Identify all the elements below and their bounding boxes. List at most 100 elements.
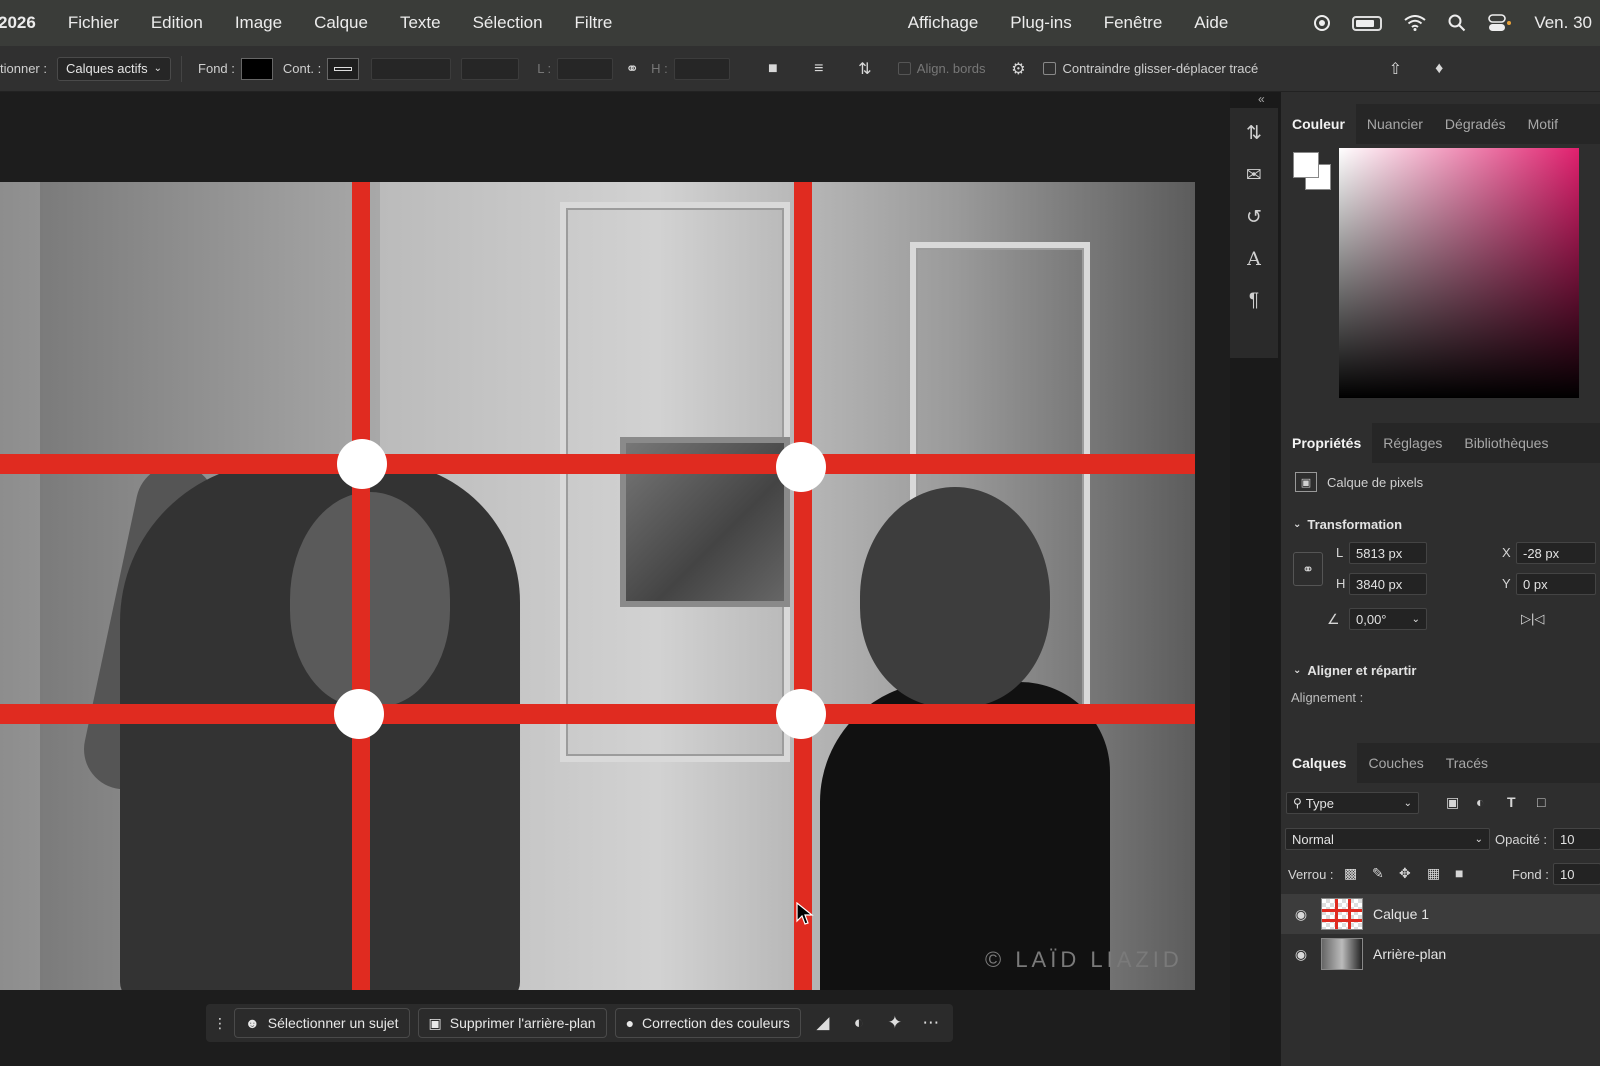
menu-fenetre[interactable]: Fenêtre [1088,13,1179,33]
select-layers-dropdown[interactable]: Calques actifs ⌄ [56,56,172,81]
x-field[interactable]: -28 px [1516,542,1596,564]
menu-bar: 2026 Fichier Edition Image Calque Texte … [0,0,1600,46]
stroke-swatch[interactable] [327,57,360,80]
record-icon[interactable] [1314,15,1331,31]
color-correction-button[interactable]: ● Correction des couleurs [614,1008,801,1038]
height-field[interactable]: 3840 px [1349,573,1427,595]
menu-texte[interactable]: Texte [384,13,457,33]
flip-horizontal-icon[interactable]: ▷|◁ [1521,611,1544,627]
menu-plugins[interactable]: Plug-ins [994,13,1087,33]
tab-degrades[interactable]: Dégradés [1434,104,1517,144]
lock-artboard-icon[interactable]: ▦ [1427,865,1440,882]
tab-nuancier[interactable]: Nuancier [1356,104,1434,144]
lock-label: Verrou : [1288,867,1334,882]
menu-calque[interactable]: Calque [298,13,384,33]
grid-line-vertical-left [352,182,370,990]
menu-aide[interactable]: Aide [1178,13,1244,33]
lock-position-icon[interactable]: ✥ [1399,865,1411,882]
filter-pixel-icon[interactable]: ▣ [1446,794,1459,811]
path-arrangement-icon[interactable]: ⇅ [852,56,878,82]
grid-intersection-bottom-right [776,689,826,739]
share-icon[interactable]: ⇧ [1382,56,1408,82]
stroke-width-field[interactable] [371,57,452,80]
more-options-icon[interactable]: ⋯ [917,1009,945,1037]
menu-image[interactable]: Image [219,13,298,33]
link-dimensions-icon[interactable]: ⚭ [1293,552,1323,586]
menu-edition[interactable]: Edition [135,13,219,33]
paragraph-icon[interactable]: ¶ [1239,286,1269,316]
drag-handle-icon[interactable]: ⋮ [213,1009,227,1037]
collapse-panels-icon[interactable]: « [1258,92,1265,106]
menu-affichage[interactable]: Affichage [892,13,995,33]
tab-proprietes[interactable]: Propriétés [1281,423,1373,463]
wifi-icon[interactable] [1404,15,1426,31]
path-operations-icon[interactable]: ■ [760,56,786,82]
search-icon: ⚲ [1293,796,1302,810]
height-label: H : [651,61,668,76]
eye-icon[interactable]: ◉ [1281,906,1321,923]
filter-adjustment-icon[interactable]: ◐ [1476,794,1484,810]
tab-couches[interactable]: Couches [1357,743,1434,783]
layer-filter-dropdown[interactable]: ⚲ Type ⌄ [1286,792,1419,814]
width-field[interactable]: 5813 px [1349,542,1427,564]
adjustment-icon[interactable]: ◐ [845,1009,873,1037]
angle-field[interactable]: 0,00° ⌄ [1349,608,1427,630]
arrange-icon[interactable]: ⇅ [1239,118,1269,148]
menu-fichier[interactable]: Fichier [52,13,135,33]
path-alignment-icon[interactable]: ≡ [806,56,832,82]
spotlight-search-icon[interactable] [1448,14,1466,32]
tab-calques[interactable]: Calques [1281,743,1358,783]
grid-line-horizontal-top [0,454,1195,474]
lock-paint-icon[interactable]: ✎ [1372,865,1384,882]
select-subject-button[interactable]: ☻ Sélectionner un sujet [234,1008,410,1038]
panel-icon-strip: ⇅ ✉ ↺ A ¶ [1230,108,1278,358]
foreground-background-swatches[interactable] [1293,152,1333,192]
filter-type-icon[interactable]: T [1507,794,1516,810]
opacity-field[interactable]: 10 [1553,828,1600,850]
transformation-section[interactable]: ⌄ Transformation [1293,517,1402,532]
control-center-icon[interactable] [1488,14,1512,32]
width-label: L : [537,61,552,76]
foreground-color-swatch[interactable] [1293,152,1319,178]
bell-icon[interactable]: ♦ [1426,56,1452,82]
tab-traces[interactable]: Tracés [1435,743,1499,783]
fill-field[interactable]: 10 [1553,863,1600,885]
lock-transparency-icon[interactable]: ▩ [1344,865,1357,882]
comment-icon[interactable]: ✉ [1239,160,1269,190]
width-field[interactable] [557,57,614,80]
generate-image-icon[interactable]: ✦ [881,1009,909,1037]
height-field[interactable] [673,57,730,80]
filter-shape-icon[interactable]: □ [1537,794,1545,810]
menu-filtre[interactable]: Filtre [559,13,629,33]
document-canvas[interactable]: © LAÏD LIAZID [0,182,1195,990]
y-field[interactable]: 0 px [1516,573,1596,595]
history-icon[interactable]: ↺ [1239,202,1269,232]
tab-motif[interactable]: Motif [1517,104,1569,144]
color-picker-field[interactable] [1339,148,1579,398]
align-edges-checkbox[interactable] [897,62,911,75]
tab-bibliotheques[interactable]: Bibliothèques [1453,423,1559,463]
layer-row-arriere-plan[interactable]: ◉ Arrière-plan [1281,934,1600,974]
link-icon[interactable]: ⚭ [619,56,645,82]
tab-reglages[interactable]: Réglages [1372,423,1453,463]
lock-all-icon[interactable]: ■ [1455,865,1463,881]
align-distribute-section[interactable]: ⌄ Aligner et répartir [1293,663,1416,678]
tab-couleur[interactable]: Couleur [1281,104,1356,144]
layer-name: Arrière-plan [1373,946,1447,962]
color-correction-icon: ● [625,1015,635,1031]
fill-swatch[interactable] [240,57,273,80]
layer-row-calque-1[interactable]: ◉ Calque 1 [1281,894,1600,934]
character-icon[interactable]: A [1239,244,1269,274]
chevron-down-icon: ⌄ [1411,613,1420,625]
gear-icon[interactable]: ⚙ [1005,56,1031,82]
constrain-checkbox[interactable] [1043,62,1057,75]
eye-icon[interactable]: ◉ [1281,946,1321,963]
transform-icon[interactable]: ◢ [809,1009,837,1037]
stroke-type-dropdown[interactable] [461,57,520,80]
menu-selection[interactable]: Sélection [457,13,559,33]
battery-icon[interactable] [1352,15,1383,31]
remove-background-button[interactable]: ▣ Supprimer l'arrière-plan [417,1008,607,1038]
blend-mode-dropdown[interactable]: Normal ⌄ [1285,828,1490,850]
clock[interactable]: Ven. 30 [1534,13,1592,33]
select-subject-label: Sélectionner un sujet [267,1015,399,1031]
